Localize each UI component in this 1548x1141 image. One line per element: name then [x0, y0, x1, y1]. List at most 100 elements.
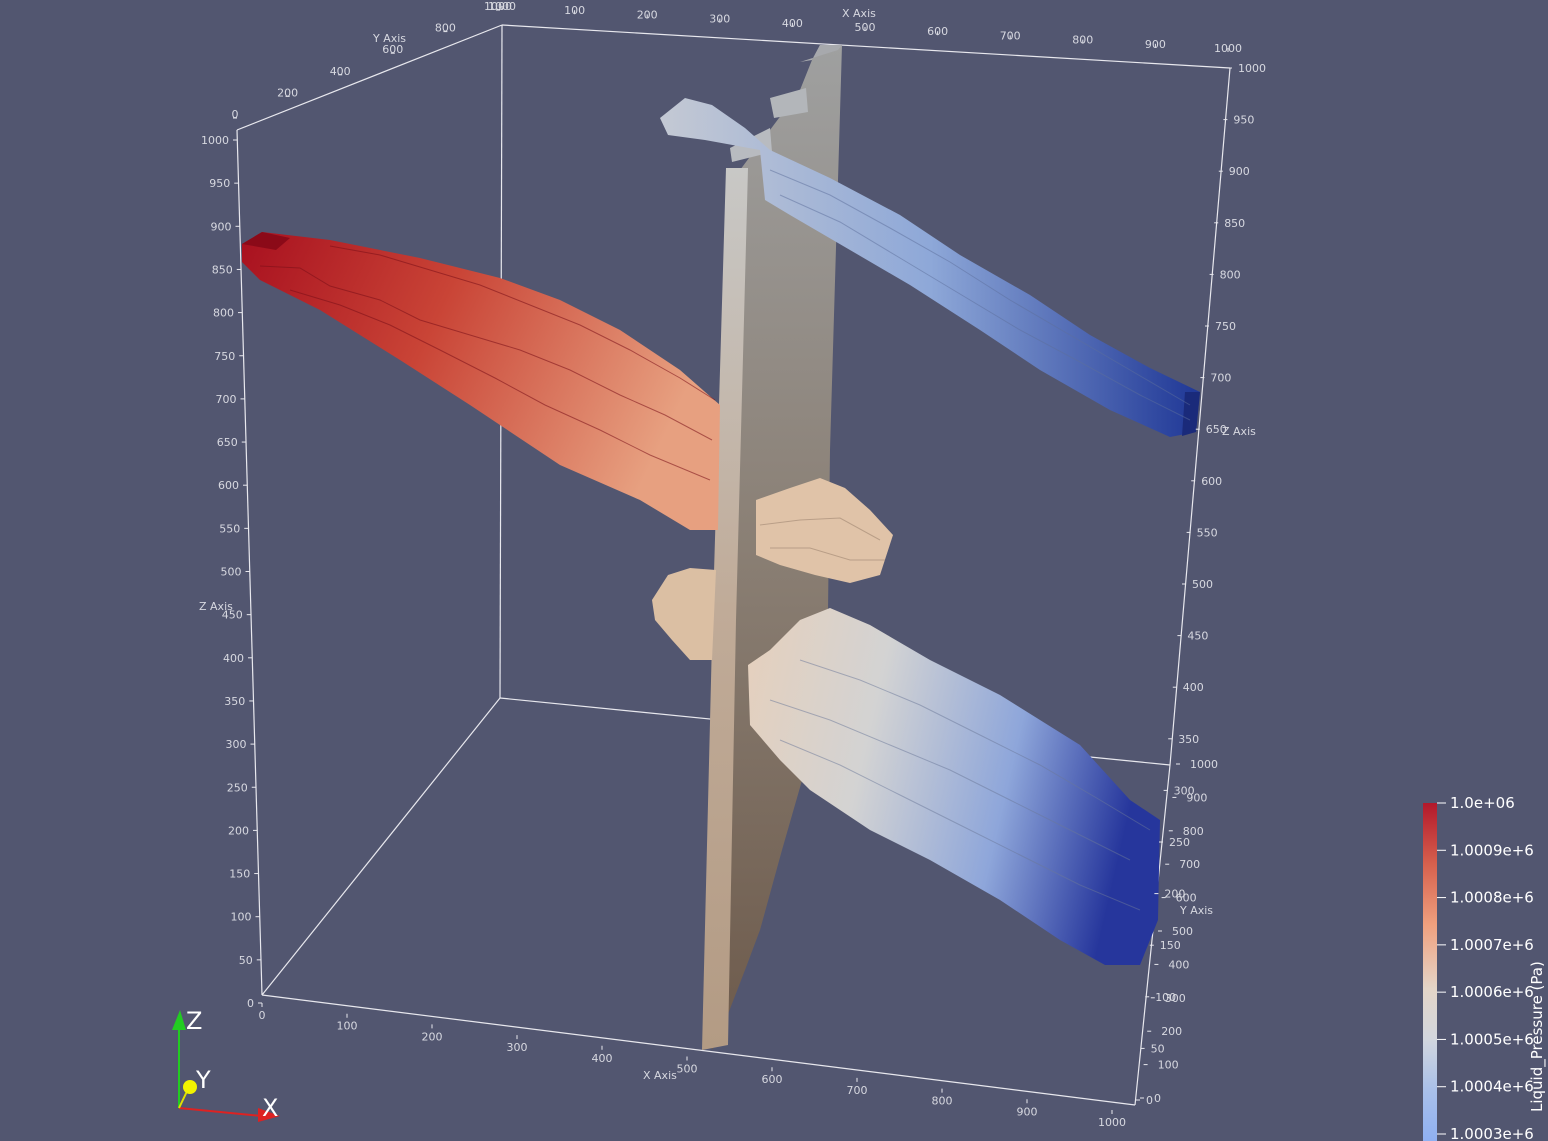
y-left-tick-label: 600: [382, 43, 403, 56]
z-right-tick-label: 400: [1183, 681, 1204, 694]
z-left-tick-label: 600: [218, 479, 239, 492]
triad-y-label: Y: [195, 1066, 211, 1094]
render-viewport[interactable]: 0501001502002503003504004505005506006507…: [0, 0, 1548, 1141]
z-axis-title-left: Z Axis: [199, 600, 233, 613]
colorbar-tick-label: 1.0003e+6: [1450, 1125, 1534, 1141]
colorbar-tick-label: 1.0009e+6: [1450, 841, 1534, 859]
x-front-tick-label: 100: [337, 1020, 358, 1033]
y-right-tick-label: 700: [1179, 858, 1200, 871]
z-left-tick-label: 750: [214, 350, 235, 363]
x-front-tick-label: 800: [932, 1095, 953, 1108]
lower-blue-plume: [748, 608, 1160, 965]
z-left-tick-label: 550: [219, 522, 240, 535]
x-back-tick-label: 700: [1000, 29, 1021, 42]
x-back-tick-label: 300: [709, 13, 730, 26]
z-right-tick-label: 50: [1151, 1042, 1165, 1055]
z-right-tick-label: 750: [1215, 320, 1236, 333]
x-back-tick-label: 400: [782, 17, 803, 30]
y-right-tick-label: 400: [1168, 958, 1189, 971]
x-front-tick-label: 700: [847, 1084, 868, 1097]
x-front-tick-label: 1000: [1098, 1116, 1126, 1129]
beige-patch-left: [652, 568, 716, 660]
x-back-tick-label: 800: [1072, 34, 1093, 47]
z-left-tick-label: 300: [226, 738, 247, 751]
y-axis-title-right: Y Axis: [1179, 904, 1213, 917]
y-right-tick-label: 1000: [1190, 758, 1218, 771]
x-front-tick-label: 500: [677, 1063, 698, 1076]
z-right-tick-label: 150: [1160, 939, 1181, 952]
z-right-tick-label: 600: [1201, 475, 1222, 488]
z-left-tick-label: 150: [229, 868, 250, 881]
z-arrow-head: [172, 1010, 186, 1030]
y-right-tick-label: 800: [1183, 825, 1204, 838]
z-right-tick-label: 700: [1210, 372, 1231, 385]
z-left-tick-label: 350: [224, 695, 245, 708]
triad-z-label: Z: [186, 1007, 202, 1035]
y-right-tick-label: 500: [1172, 925, 1193, 938]
colorbar-title: Liquid_Pressure (Pa): [1528, 961, 1547, 1112]
y-axis-dot: [183, 1080, 197, 1094]
z-right-tick-label: 1000: [1238, 62, 1266, 75]
y-right-tick-label: 200: [1161, 1025, 1182, 1038]
z-right-tick-label: 500: [1192, 578, 1213, 591]
z-right-tick-label: 550: [1197, 526, 1218, 539]
z-left-tick-label: 900: [211, 220, 232, 233]
z-left-tick-label: 400: [223, 652, 244, 665]
x-back-tick-label: 900: [1145, 38, 1166, 51]
x-front-tick-label: 400: [592, 1052, 613, 1065]
z-left-tick-label: 50: [239, 954, 253, 967]
colorbar-tick-label: 1.0004e+6: [1450, 1078, 1534, 1096]
x-front-tick-label: 900: [1017, 1105, 1038, 1118]
z-right-tick-label: 350: [1178, 733, 1199, 746]
x-back-tick-label: 200: [637, 8, 658, 21]
y-axis-title-top: Y Axis: [372, 32, 406, 45]
z-right-tick-label: 900: [1229, 165, 1250, 178]
z-right-tick-label: 850: [1224, 217, 1245, 230]
z-right-tick-label: 0: [1146, 1094, 1153, 1107]
colorbar-ticks: 1.0e+06 1.0009e+6 1.0008e+6 1.0007e+6 1.0006…: [1437, 794, 1534, 1141]
y-left-tick-label: 0: [232, 108, 239, 121]
y-right-tick-label: 300: [1165, 992, 1186, 1005]
z-left-tick-label: 650: [217, 436, 238, 449]
x-back-tick-label: 600: [927, 25, 948, 38]
z-left-tick-label: 700: [216, 393, 237, 406]
z-left-tick-label: 200: [228, 824, 249, 837]
colorbar-tick-label: 1.0007e+6: [1450, 936, 1534, 954]
orientation-triad: Z Y X: [172, 1007, 280, 1122]
x-back-tick-label: 500: [855, 21, 876, 34]
z-axis-title-right: Z Axis: [1222, 425, 1256, 438]
color-legend: 1.0e+06 1.0009e+6 1.0008e+6 1.0007e+6 1.0006…: [1423, 794, 1547, 1141]
z-left-tick-label: 850: [212, 263, 233, 276]
x-front-tick-label: 0: [259, 1009, 266, 1022]
x-back-tick-label: 1000: [1214, 42, 1242, 55]
colorbar-tick-label: 1.0e+06: [1450, 794, 1515, 812]
z-left-tick-label: 0: [247, 997, 254, 1010]
y-left-tick-label: 800: [435, 22, 456, 35]
x-back-tick-label: 100: [564, 4, 585, 17]
triad-x-label: X: [262, 1094, 278, 1122]
y-right-tick-label: 0: [1154, 1092, 1161, 1105]
z-right-tick-label: 800: [1220, 268, 1241, 281]
z-left-tick-label: 500: [221, 566, 242, 579]
z-left-tick-label: 1000: [201, 134, 229, 147]
y-left-tick-label: 200: [277, 86, 298, 99]
z-left-tick-label: 100: [231, 911, 252, 924]
y-right-tick-label: 600: [1176, 892, 1197, 905]
z-right-tick-label: 950: [1233, 114, 1254, 127]
x-front-tick-label: 200: [422, 1030, 443, 1043]
colorbar-tick-label: 1.0005e+6: [1450, 1030, 1534, 1048]
x-axis-title-bottom: X Axis: [643, 1069, 677, 1082]
y-left-tick-label: 1000: [484, 0, 512, 13]
x-front-tick-label: 600: [762, 1073, 783, 1086]
z-left-tick-label: 250: [227, 781, 248, 794]
red-pressure-plume: [242, 232, 720, 530]
z-left-tick-label: 800: [213, 307, 234, 320]
z-right-tick-label: 450: [1187, 630, 1208, 643]
z-left-tick-label: 950: [209, 177, 230, 190]
colorbar-gradient: [1423, 803, 1437, 1141]
colorbar-tick-label: 1.0008e+6: [1450, 889, 1534, 907]
y-right-tick-label: 900: [1186, 791, 1207, 804]
z-right-tick-label: 250: [1169, 836, 1190, 849]
x-axis-title-top: X Axis: [842, 7, 876, 20]
x-front-tick-label: 300: [507, 1041, 528, 1054]
